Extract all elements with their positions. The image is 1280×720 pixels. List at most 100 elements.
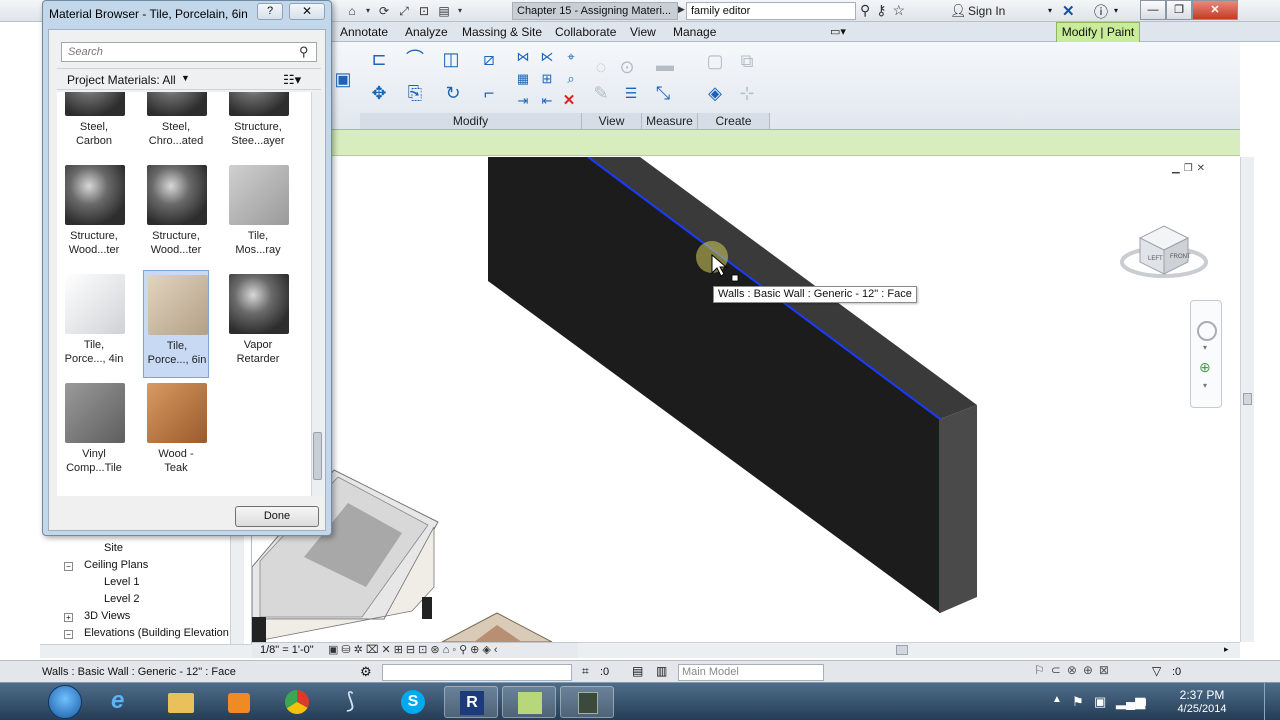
tab-analyze[interactable]: Analyze: [405, 25, 448, 39]
tree-toggle-ceiling-plans[interactable]: −: [64, 562, 73, 571]
binoculars-icon[interactable]: ⚲: [860, 2, 870, 19]
unpin-icon[interactable]: ⌕: [560, 68, 582, 90]
tree-toggle-3d-views[interactable]: +: [64, 613, 73, 622]
material-tile[interactable]: Tile, Porce..., 6in: [143, 270, 209, 378]
material-tile[interactable]: Steel, Carbon: [61, 92, 127, 160]
help-button[interactable]: ?: [257, 3, 283, 20]
tray-flag-icon[interactable]: ⚑: [1072, 694, 1084, 710]
maximize-button[interactable]: ❐: [1166, 0, 1192, 20]
mirror-draw-icon[interactable]: ⧄: [478, 48, 500, 70]
thin-lines-icon[interactable]: ☰: [620, 82, 642, 104]
tab-annotate[interactable]: Annotate: [340, 25, 388, 39]
help-dropdown-icon[interactable]: ▾: [1114, 6, 1118, 15]
material-tile[interactable]: Vapor Retarder: [225, 270, 291, 378]
move-icon[interactable]: ✥: [368, 82, 390, 104]
tab-view[interactable]: View: [630, 25, 656, 39]
help-icon[interactable]: ⓘ: [1094, 2, 1108, 22]
material-grid-scroll-thumb[interactable]: [313, 432, 322, 480]
3d-viewport[interactable]: [252, 157, 1240, 642]
breadcrumb-dropdown-icon[interactable]: ▼: [181, 73, 190, 83]
tab-modify-paint[interactable]: Modify | Paint: [1056, 22, 1140, 42]
taskbar-notes[interactable]: [502, 686, 556, 718]
zoom-dropdown-icon[interactable]: ▾: [1203, 381, 1207, 390]
taskbar-recorder[interactable]: [560, 686, 614, 718]
tab-manage[interactable]: Manage: [673, 25, 716, 39]
taskbar-revit[interactable]: R: [444, 686, 498, 718]
taskbar-explorer[interactable]: [154, 686, 208, 718]
key-icon[interactable]: ⚷: [876, 2, 886, 19]
selection-filter-icons[interactable]: ⚐⊂⊗⊕⊠: [1034, 663, 1115, 677]
print-icon[interactable]: ▤: [436, 3, 452, 19]
copy-icon[interactable]: ⎘: [404, 82, 426, 104]
create-parts-icon[interactable]: ◈: [704, 82, 726, 104]
favorites-star-icon[interactable]: ☆: [893, 2, 906, 19]
viewport-horizontal-scrollbar[interactable]: ▸: [578, 642, 1240, 658]
mirror-pick-icon[interactable]: ◫: [440, 48, 462, 70]
minimize-button[interactable]: —: [1140, 0, 1166, 20]
view-control-icons[interactable]: ▣⛁✲⌧✕⊞⊟⊡⊛⌂◦⚲⊕◈‹: [328, 643, 501, 656]
tree-item-ceiling-plans[interactable]: Ceiling Plans: [84, 559, 148, 571]
material-tile[interactable]: Structure, Wood...ter: [61, 161, 127, 269]
sign-in-link[interactable]: Sign In: [968, 4, 1005, 18]
home-icon[interactable]: ⌂: [344, 3, 360, 19]
material-grid-scrollbar[interactable]: [311, 92, 323, 496]
view-scale[interactable]: 1/8" = 1'-0": [260, 644, 314, 656]
tray-expand-icon[interactable]: ▲: [1052, 694, 1062, 705]
close-button[interactable]: ✕: [1192, 0, 1238, 20]
taskbar-app-feather[interactable]: ⟆: [328, 686, 382, 718]
qat-more-icon[interactable]: ▾: [456, 3, 464, 19]
filter-icon[interactable]: ▽: [1152, 664, 1161, 678]
tree-item-level-2[interactable]: Level 2: [104, 593, 139, 605]
offset-icon[interactable]: ⌒: [404, 48, 426, 70]
browser-vertical-scrollbar[interactable]: [230, 532, 244, 644]
user-icon[interactable]: 👤︎: [950, 3, 967, 19]
horizontal-scroll-thumb[interactable]: [896, 645, 908, 655]
browser-horizontal-scrollbar[interactable]: [40, 644, 252, 658]
tree-toggle-elevations[interactable]: −: [64, 630, 73, 639]
scale-icon[interactable]: ⊞: [536, 68, 558, 90]
tray-volume-icon[interactable]: 🔈︎: [1142, 694, 1150, 710]
material-tile[interactable]: Structure, Wood...ter: [143, 161, 209, 269]
measure-icon[interactable]: ⤢: [396, 3, 412, 19]
search-expand-icon[interactable]: ▶: [678, 4, 685, 15]
tab-massing-site[interactable]: Massing & Site: [462, 25, 542, 39]
start-button-icon[interactable]: [48, 685, 82, 719]
material-search-input[interactable]: Search: [61, 42, 317, 62]
scroll-right-icon[interactable]: ▸: [1224, 644, 1229, 655]
clock-time[interactable]: 2:37 PM: [1168, 688, 1236, 702]
tray-network-icon[interactable]: ▂▄▆: [1116, 694, 1145, 710]
exchange-icon[interactable]: ✕: [1062, 2, 1075, 20]
measure-distance-icon[interactable]: ⤡: [652, 82, 674, 104]
design-options-icon[interactable]: ▤: [632, 664, 643, 678]
delete-icon[interactable]: ✕: [558, 90, 580, 112]
dropdown-icon[interactable]: ▾: [364, 3, 372, 19]
editable-only-icon[interactable]: ⌗: [582, 664, 589, 679]
show-desktop-button[interactable]: [1264, 683, 1280, 720]
material-tile[interactable]: Steel, Chro...ated: [143, 92, 209, 160]
view-minimize-icon[interactable]: ▁: [1172, 163, 1180, 174]
search-icon[interactable]: ⚲: [299, 44, 309, 60]
tree-item-site[interactable]: Site: [104, 542, 123, 554]
split-gap-icon[interactable]: ⋉: [536, 46, 558, 68]
zoom-region-icon[interactable]: ⊕: [1199, 359, 1211, 376]
tray-device-icon[interactable]: ▣: [1094, 694, 1106, 710]
vertical-scroll-thumb[interactable]: [1243, 393, 1252, 405]
clock-date[interactable]: 4/25/2014: [1168, 703, 1236, 715]
trim-extend-icon[interactable]: ⇤: [536, 90, 558, 112]
view-restore-icon[interactable]: ❐: [1184, 163, 1193, 174]
help-search-input[interactable]: family editor: [686, 2, 856, 20]
tree-item-3d-views[interactable]: 3D Views: [84, 610, 130, 622]
pin-icon[interactable]: ⌖: [560, 46, 582, 68]
trim-icon[interactable]: ⌐: [478, 82, 500, 104]
array-icon[interactable]: ▦: [512, 68, 534, 90]
material-tile[interactable]: Tile, Mos...ray: [225, 161, 291, 269]
align-icon[interactable]: ⊏: [368, 48, 390, 70]
dialog-close-button[interactable]: ✕: [289, 3, 325, 20]
sign-in-dropdown-icon[interactable]: ▾: [1048, 6, 1052, 15]
viewcube[interactable]: LEFT FRONT: [1120, 216, 1208, 286]
material-tile[interactable]: Structure, Stee...ayer: [225, 92, 291, 160]
design-option-select-icon[interactable]: ▥: [656, 664, 667, 678]
material-tile[interactable]: Vinyl Comp...Tile: [61, 379, 127, 487]
viewport-vertical-scrollbar[interactable]: [1240, 157, 1254, 642]
workset-select[interactable]: [382, 664, 572, 681]
